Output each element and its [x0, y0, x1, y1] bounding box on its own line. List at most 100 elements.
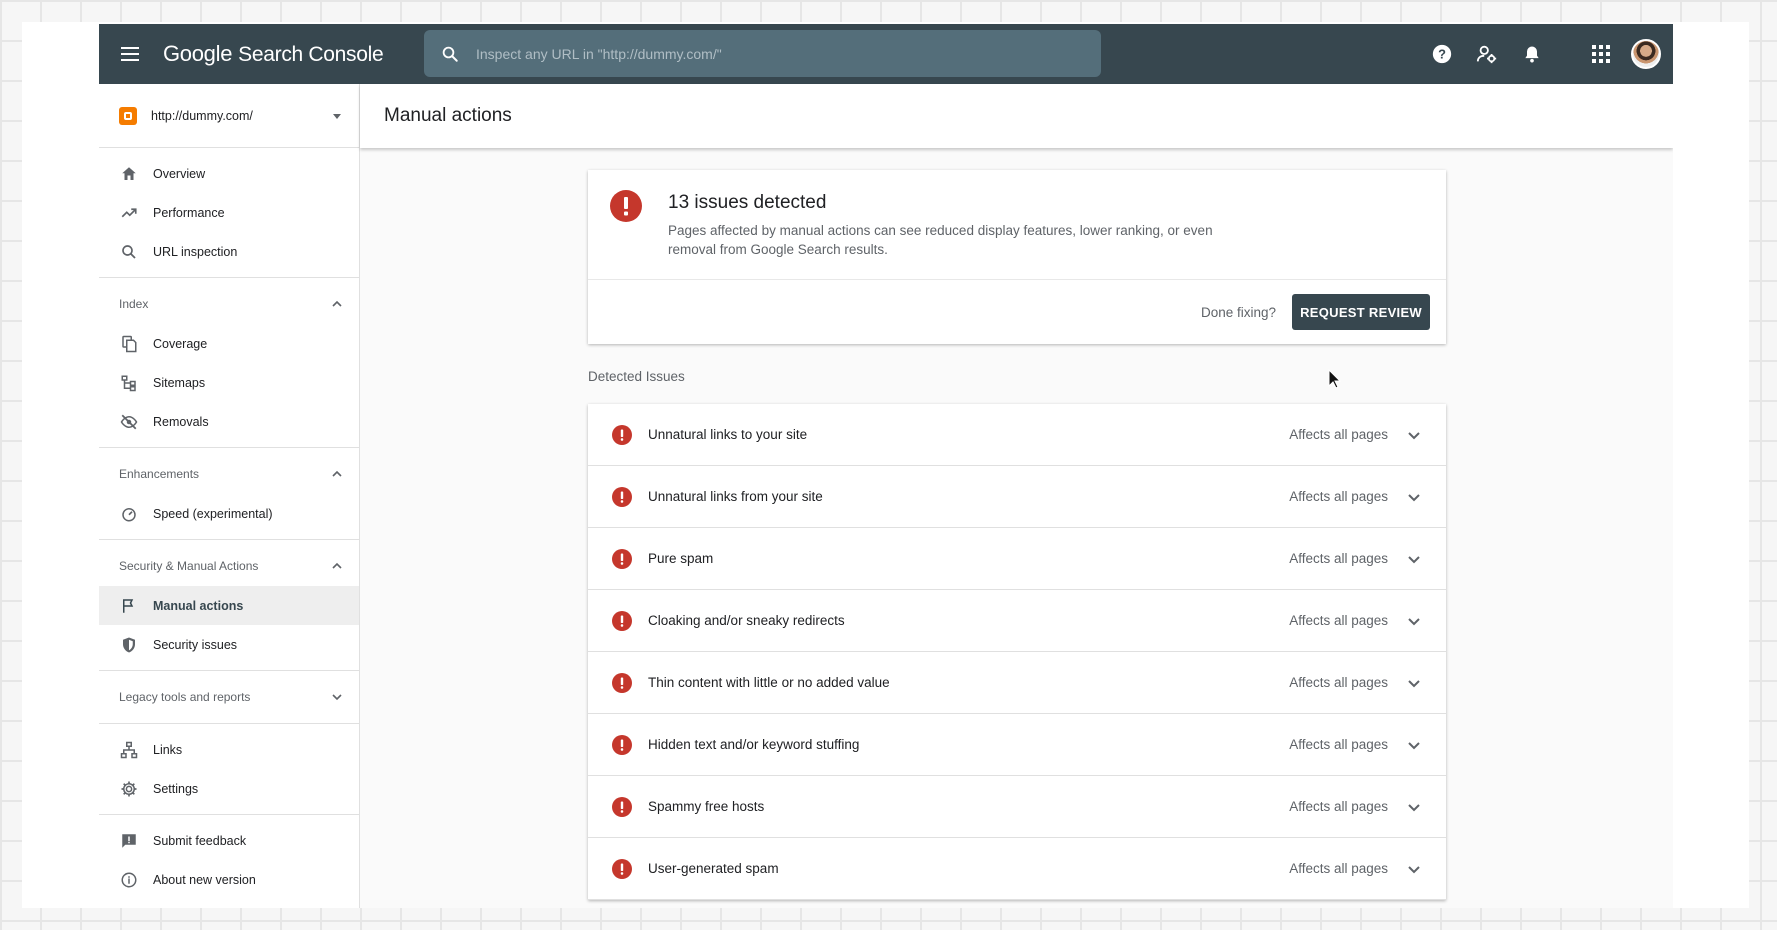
- error-icon: [612, 858, 632, 879]
- error-icon: [612, 734, 632, 755]
- sidebar-item-label: About new version: [153, 872, 256, 887]
- issue-row[interactable]: Spammy free hosts Affects all pages: [588, 776, 1446, 838]
- issue-row[interactable]: User-generated spam Affects all pages: [588, 838, 1446, 900]
- expand-issue-button[interactable]: [1404, 735, 1424, 755]
- request-review-button[interactable]: REQUEST REVIEW: [1292, 294, 1430, 330]
- sidebar-item-label: Coverage: [153, 336, 208, 351]
- sidebar-item-label: Links: [153, 742, 183, 757]
- sidebar-item-links[interactable]: Links: [99, 730, 359, 769]
- speed-icon: [119, 504, 139, 524]
- expand-issue-button[interactable]: [1404, 425, 1424, 445]
- chevron-up-icon: [332, 300, 342, 307]
- sidebar-item-overview[interactable]: Overview: [99, 154, 359, 193]
- help-button[interactable]: ?: [1419, 32, 1464, 77]
- expand-issue-button[interactable]: [1404, 673, 1424, 693]
- property-selector[interactable]: http://dummy.com/: [99, 84, 359, 148]
- issue-row[interactable]: Unnatural links to your site Affects all …: [588, 404, 1446, 466]
- flag-icon: [119, 596, 139, 616]
- sidebar-item-settings[interactable]: Settings: [99, 769, 359, 808]
- manage-users-button[interactable]: [1464, 32, 1509, 77]
- error-icon: [612, 672, 632, 693]
- sidebar-item-performance[interactable]: Performance: [99, 193, 359, 232]
- search-console-logo[interactable]: Google Search Console: [163, 41, 384, 67]
- visibility-off-icon: [119, 412, 139, 432]
- property-url: http://dummy.com/: [151, 108, 253, 123]
- page-header: Manual actions: [360, 84, 1673, 148]
- expand-issue-button[interactable]: [1404, 859, 1424, 879]
- issues-summary-card: 13 issues detected Pages affected by man…: [588, 170, 1446, 344]
- url-inspection-input[interactable]: [476, 30, 1101, 77]
- gear-icon: [119, 779, 139, 799]
- property-favicon-icon: [119, 106, 137, 125]
- sidebar-item-security-issues[interactable]: Security issues: [99, 625, 359, 664]
- chevron-up-icon: [332, 470, 342, 477]
- issue-row[interactable]: Hidden text and/or keyword stuffing Affec…: [588, 714, 1446, 776]
- page-title: Manual actions: [384, 105, 512, 126]
- error-icon: [612, 424, 632, 445]
- sidebar-item-submit-feedback[interactable]: Submit feedback: [99, 821, 359, 860]
- hamburger-menu-icon: [121, 47, 139, 61]
- account-avatar[interactable]: [1631, 39, 1661, 69]
- issue-title: Unnatural links from your site: [648, 489, 823, 504]
- issue-row[interactable]: Pure spam Affects all pages: [588, 528, 1446, 590]
- apps-button[interactable]: [1578, 32, 1623, 77]
- bell-icon: [1524, 46, 1539, 63]
- issue-title: Thin content with little or no added val…: [648, 675, 890, 690]
- expand-issue-button[interactable]: [1404, 611, 1424, 631]
- chevron-down-icon: [1408, 865, 1420, 873]
- expand-issue-button[interactable]: [1404, 797, 1424, 817]
- search-icon: [119, 242, 139, 262]
- error-icon: [612, 796, 632, 817]
- issue-scope: Affects all pages: [1289, 551, 1388, 566]
- section-toggle-enhancements[interactable]: Enhancements: [99, 454, 359, 494]
- section-title: Enhancements: [119, 467, 200, 481]
- nav-group-security: Security & Manual Actions Manual actions…: [99, 540, 359, 671]
- error-icon: [612, 610, 632, 631]
- chevron-down-icon: [332, 694, 342, 701]
- expand-issue-button[interactable]: [1404, 487, 1424, 507]
- expand-issue-button[interactable]: [1404, 549, 1424, 569]
- issue-scope: Affects all pages: [1289, 489, 1388, 504]
- section-toggle-security[interactable]: Security & Manual Actions: [99, 546, 359, 586]
- issue-row[interactable]: Thin content with little or no added val…: [588, 652, 1446, 714]
- section-toggle-index[interactable]: Index: [99, 284, 359, 324]
- section-title: Security & Manual Actions: [119, 559, 259, 573]
- notifications-button[interactable]: [1509, 32, 1554, 77]
- issue-scope: Affects all pages: [1289, 737, 1388, 752]
- section-toggle-legacy[interactable]: Legacy tools and reports: [99, 677, 359, 717]
- chevron-down-icon: [1408, 493, 1420, 501]
- logo-google-text: Google: [163, 41, 233, 66]
- sidebar-item-about-new-version[interactable]: About new version: [99, 860, 359, 899]
- info-icon: [119, 870, 139, 890]
- file-copy-icon: [119, 334, 139, 354]
- sidebar-item-removals[interactable]: Removals: [99, 402, 359, 441]
- section-title: Index: [119, 297, 149, 311]
- issue-title: Spammy free hosts: [648, 799, 765, 814]
- sidebar-item-sitemaps[interactable]: Sitemaps: [99, 363, 359, 402]
- chevron-down-icon: [1408, 617, 1420, 625]
- main-menu-button[interactable]: [99, 24, 163, 84]
- sidebar-item-manual-actions[interactable]: Manual actions: [99, 586, 359, 625]
- sidebar-item-label: Removals: [153, 414, 209, 429]
- sidebar-item-label: Sitemaps: [153, 375, 206, 390]
- top-bar: Google Search Console ?: [99, 24, 1673, 84]
- url-inspection-search: [424, 30, 1101, 77]
- nav-group-enhancements: Enhancements Speed (experimental): [99, 448, 359, 540]
- issue-scope: Affects all pages: [1289, 861, 1388, 876]
- issue-title: Hidden text and/or keyword stuffing: [648, 737, 860, 752]
- issue-row[interactable]: Cloaking and/or sneaky redirects Affects …: [588, 590, 1446, 652]
- chevron-down-icon: [1408, 803, 1420, 811]
- sidebar-item-label: Security issues: [153, 637, 238, 652]
- sidebar-item-speed[interactable]: Speed (experimental): [99, 494, 359, 533]
- main-content: Manual actions 13 issues detected Pages …: [360, 84, 1673, 908]
- sidebar-item-url-inspection[interactable]: URL inspection: [99, 232, 359, 271]
- sidebar-item-label: Manual actions: [153, 598, 244, 613]
- summary-top: 13 issues detected Pages affected by man…: [588, 170, 1446, 280]
- issue-row[interactable]: Unnatural links from your site Affects al…: [588, 466, 1446, 528]
- detected-issues-list: Unnatural links to your site Affects all …: [588, 404, 1446, 900]
- search-icon[interactable]: [424, 45, 476, 63]
- issue-scope: Affects all pages: [1289, 613, 1388, 628]
- nav-group-main: Overview Performance URL inspection: [99, 148, 359, 278]
- nav-group-index: Index Coverage Sitemaps Removals: [99, 278, 359, 448]
- sidebar-item-coverage[interactable]: Coverage: [99, 324, 359, 363]
